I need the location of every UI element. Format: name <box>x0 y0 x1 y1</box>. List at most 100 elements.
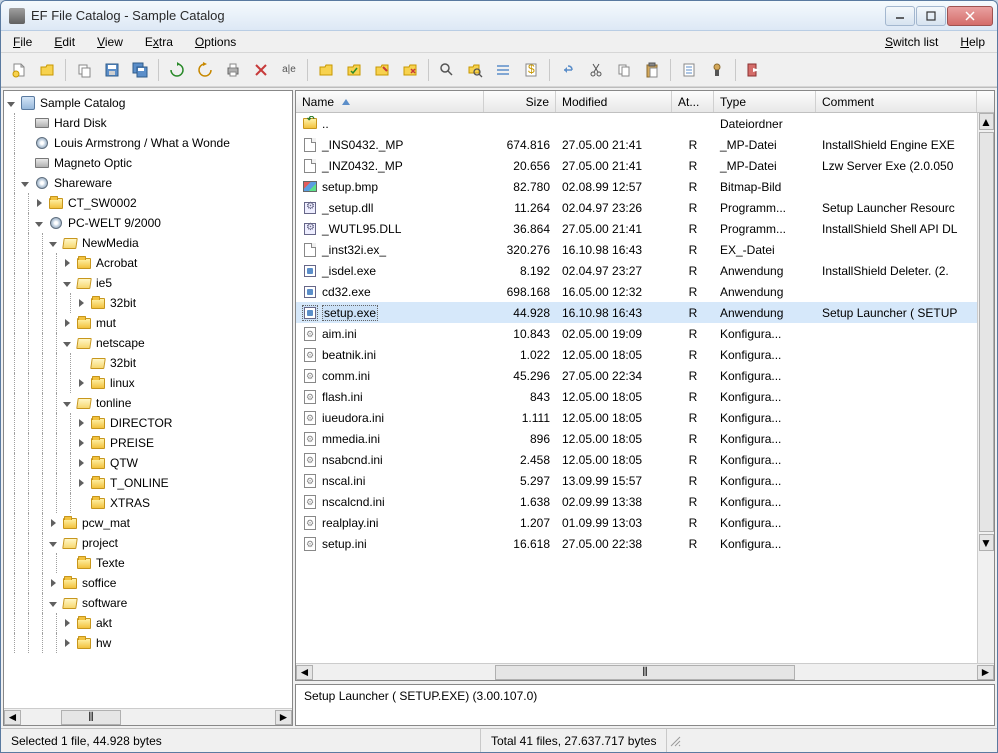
col-size[interactable]: Size <box>484 91 556 112</box>
list-row[interactable]: realplay.ini1.20701.09.99 13:03RKonfigur… <box>296 512 977 533</box>
tb-copy[interactable] <box>72 58 96 82</box>
tree-item[interactable]: Magneto Optic <box>4 153 292 173</box>
col-attr[interactable]: At... <box>672 91 714 112</box>
tree-item[interactable]: Sample Catalog <box>4 93 292 113</box>
twisty-closed-icon[interactable] <box>48 578 58 588</box>
scroll-left-icon[interactable]: ◄ <box>296 665 313 680</box>
list-row[interactable]: _inst32i.ex_320.27616.10.98 16:43REX_-Da… <box>296 239 977 260</box>
tb-search-folder[interactable] <box>463 58 487 82</box>
twisty-closed-icon[interactable] <box>34 198 44 208</box>
tree-item[interactable]: project <box>4 533 292 553</box>
list-row[interactable]: mmedia.ini89612.05.00 18:05RKonfigura... <box>296 428 977 449</box>
tree-item[interactable]: Shareware <box>4 173 292 193</box>
list-row[interactable]: nscalcnd.ini1.63802.09.99 13:38RKonfigur… <box>296 491 977 512</box>
scroll-thumb[interactable]: ⦀ <box>61 710 121 725</box>
list-row[interactable]: setup.exe44.92816.10.98 16:43RAnwendungS… <box>296 302 977 323</box>
tree-item[interactable]: Louis Armstrong / What a Wonde <box>4 133 292 153</box>
tree-item[interactable]: CT_SW0002 <box>4 193 292 213</box>
tree-item[interactable]: Hard Disk <box>4 113 292 133</box>
tree-item[interactable]: akt <box>4 613 292 633</box>
menu-extra[interactable]: Extra <box>141 33 177 51</box>
twisty-open-icon[interactable] <box>20 178 30 188</box>
tb-delete[interactable] <box>249 58 273 82</box>
col-name[interactable]: Name <box>296 91 484 112</box>
menu-file[interactable]: File <box>9 33 36 51</box>
tb-open[interactable] <box>35 58 59 82</box>
tb-save[interactable] <box>100 58 124 82</box>
tree-item[interactable]: mut <box>4 313 292 333</box>
list-row[interactable]: flash.ini84312.05.00 18:05RKonfigura... <box>296 386 977 407</box>
tb-folder[interactable] <box>314 58 338 82</box>
list-row[interactable]: setup.bmp82.78002.08.99 12:57RBitmap-Bil… <box>296 176 977 197</box>
tb-copy2[interactable] <box>612 58 636 82</box>
list-row[interactable]: nscal.ini5.29713.09.99 15:57RKonfigura..… <box>296 470 977 491</box>
scroll-right-icon[interactable]: ► <box>977 665 994 680</box>
scroll-thumb[interactable]: ⦀ <box>495 665 795 680</box>
scroll-thumb[interactable] <box>979 132 994 532</box>
minimize-button[interactable] <box>885 6 915 26</box>
list-row[interactable]: cd32.exe698.16816.05.00 12:32RAnwendung <box>296 281 977 302</box>
list-row[interactable]: _INS0432._MP674.81627.05.00 21:41R_MP-Da… <box>296 134 977 155</box>
resize-grip[interactable] <box>667 733 683 749</box>
twisty-closed-icon[interactable] <box>76 418 86 428</box>
twisty-closed-icon[interactable] <box>76 458 86 468</box>
twisty-open-icon[interactable] <box>48 598 58 608</box>
tb-script[interactable]: $ <box>519 58 543 82</box>
twisty-closed-icon[interactable] <box>76 378 86 388</box>
tb-print[interactable] <box>221 58 245 82</box>
menu-view[interactable]: View <box>93 33 127 51</box>
twisty-closed-icon[interactable] <box>48 518 58 528</box>
tree-item[interactable]: XTRAS <box>4 493 292 513</box>
tb-refresh[interactable] <box>165 58 189 82</box>
tree-item[interactable]: Texte <box>4 553 292 573</box>
tb-folder-delete[interactable] <box>398 58 422 82</box>
tree-item[interactable]: soffice <box>4 573 292 593</box>
tree-item[interactable]: pcw_mat <box>4 513 292 533</box>
list-row[interactable]: _WUTL95.DLL36.86427.05.00 21:41RProgramm… <box>296 218 977 239</box>
twisty-closed-icon[interactable] <box>62 258 72 268</box>
twisty-open-icon[interactable] <box>6 98 16 108</box>
twisty-closed-icon[interactable] <box>76 478 86 488</box>
twisty-open-icon[interactable] <box>48 538 58 548</box>
titlebar[interactable]: EF File Catalog - Sample Catalog <box>1 1 997 31</box>
close-button[interactable] <box>947 6 993 26</box>
tree-item[interactable]: NewMedia <box>4 233 292 253</box>
twisty-open-icon[interactable] <box>48 238 58 248</box>
scroll-right-icon[interactable]: ► <box>275 710 292 725</box>
list-row[interactable]: _isdel.exe8.19202.04.97 23:27RAnwendungI… <box>296 260 977 281</box>
twisty-open-icon[interactable] <box>34 218 44 228</box>
tb-save-all[interactable] <box>128 58 152 82</box>
tree-item[interactable]: Acrobat <box>4 253 292 273</box>
tree-item[interactable]: netscape <box>4 333 292 353</box>
tree-item[interactable]: software <box>4 593 292 613</box>
list-row[interactable]: _setup.dll11.26402.04.97 23:26RProgramm.… <box>296 197 977 218</box>
tb-search[interactable] <box>435 58 459 82</box>
tb-cut[interactable] <box>584 58 608 82</box>
tree-item[interactable]: DIRECTOR <box>4 413 292 433</box>
scroll-down-icon[interactable]: ▼ <box>979 534 994 551</box>
list-row[interactable]: ..Dateiordner <box>296 113 977 134</box>
tree-item[interactable]: PC-WELT 9/2000 <box>4 213 292 233</box>
menu-options[interactable]: Options <box>191 33 240 51</box>
list-row[interactable]: _INZ0432._MP20.65627.05.00 21:41R_MP-Dat… <box>296 155 977 176</box>
twisty-closed-icon[interactable] <box>76 298 86 308</box>
menu-help[interactable]: Help <box>956 33 989 51</box>
tb-folder-check[interactable] <box>342 58 366 82</box>
list-row[interactable]: beatnik.ini1.02212.05.00 18:05RKonfigura… <box>296 344 977 365</box>
twisty-closed-icon[interactable] <box>62 618 72 628</box>
list-row[interactable]: setup.ini16.61827.05.00 22:38RKonfigura.… <box>296 533 977 554</box>
tree-hscroll[interactable]: ◄ ⦀ ► <box>4 708 292 725</box>
twisty-closed-icon[interactable] <box>62 638 72 648</box>
tree-item[interactable]: T_ONLINE <box>4 473 292 493</box>
scroll-left-icon[interactable]: ◄ <box>4 710 21 725</box>
tb-paste[interactable] <box>640 58 664 82</box>
list-row[interactable]: iueudora.ini1.11112.05.00 18:05RKonfigur… <box>296 407 977 428</box>
tb-tools[interactable] <box>705 58 729 82</box>
twisty-open-icon[interactable] <box>62 398 72 408</box>
tree-item[interactable]: linux <box>4 373 292 393</box>
col-type[interactable]: Type <box>714 91 816 112</box>
menu-edit[interactable]: Edit <box>50 33 79 51</box>
list-row[interactable]: aim.ini10.84302.05.00 19:09RKonfigura... <box>296 323 977 344</box>
twisty-closed-icon[interactable] <box>76 438 86 448</box>
tree-item[interactable]: 32bit <box>4 353 292 373</box>
